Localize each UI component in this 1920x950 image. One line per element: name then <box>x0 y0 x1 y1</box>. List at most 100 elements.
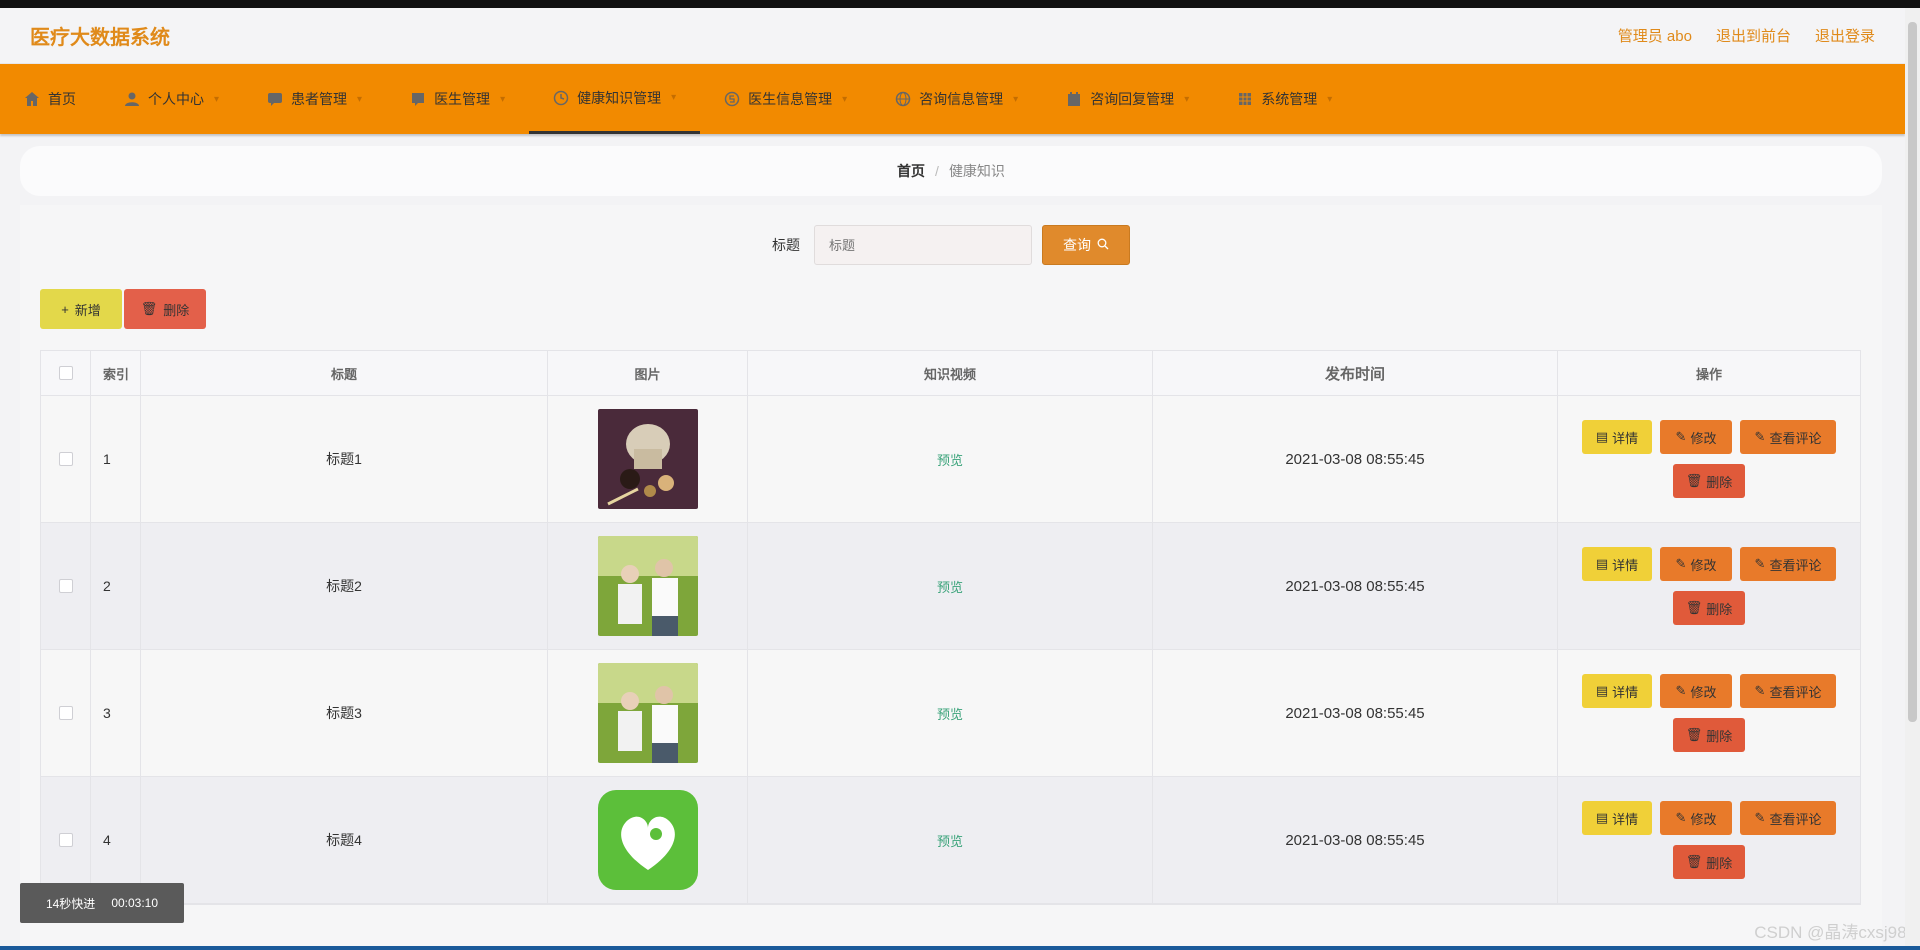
breadcrumb: 首页 / 健康知识 <box>20 146 1882 196</box>
search-icon <box>1097 237 1109 253</box>
row-checkbox[interactable] <box>58 579 73 593</box>
row-select-cell <box>41 650 91 776</box>
document-icon: ▤ <box>1595 556 1609 571</box>
search-label: 标题 <box>772 237 800 253</box>
elderly-couple-image[interactable] <box>597 536 698 636</box>
view-comments-label: 查看评论 <box>1769 430 1822 446</box>
row-publish-time: 2021-03-08 08:55:45 <box>1153 777 1558 903</box>
video-preview-link[interactable]: 预览 <box>937 577 963 596</box>
detail-button[interactable]: ▤ 详情 <box>1582 547 1652 581</box>
search-button-label: 查询 <box>1063 237 1091 253</box>
batch-delete-button[interactable]: 🗑 删除 <box>124 289 206 329</box>
edit-button[interactable]: ✎ 修改 <box>1660 674 1732 708</box>
knowledge-table: 索引 标题 图片 知识视频 发布时间 操作 1 标题1 预览 2021-03-0… <box>40 350 1861 905</box>
detail-label: 详情 <box>1612 684 1639 700</box>
delete-button[interactable]: 🗑 删除 <box>1673 591 1745 625</box>
watermark: CSDN @晶涛cxsj985 <box>1754 923 1916 942</box>
scrollbar-thumb[interactable] <box>1908 22 1917 722</box>
video-preview-link[interactable]: 预览 <box>937 450 963 469</box>
chevron-down-icon: ▾ <box>500 93 506 105</box>
nav-item-health-knowledge[interactable]: 健康知识管理 ▾ <box>529 64 701 134</box>
breadcrumb-home[interactable]: 首页 <box>897 161 925 181</box>
row-operations: ▤ 详情 ✎ 修改 ✎ 查看评论 🗑 删除 <box>1558 396 1860 522</box>
exit-to-frontend-link[interactable]: 退出到前台 <box>1716 25 1791 46</box>
green-heart-logo[interactable] <box>597 790 698 890</box>
nav-item-system[interactable]: 系统管理 ▾ <box>1213 64 1356 134</box>
row-checkbox[interactable] <box>58 452 73 466</box>
page-scrollbar[interactable] <box>1905 8 1920 950</box>
playback-time: 00:03:10 <box>111 896 159 910</box>
plus-icon: + <box>61 301 69 317</box>
row-publish-time: 2021-03-08 08:55:45 <box>1153 650 1558 776</box>
row-image-cell <box>548 650 748 776</box>
detail-button[interactable]: ▤ 详情 <box>1582 801 1652 835</box>
edit-button[interactable]: ✎ 修改 <box>1660 547 1732 581</box>
detail-label: 详情 <box>1612 557 1639 573</box>
row-title: 标题2 <box>141 523 548 649</box>
view-comments-button[interactable]: ✎ 查看评论 <box>1740 547 1836 581</box>
nav-item-doctor-info[interactable]: 医生信息管理 ▾ <box>700 64 871 134</box>
search-button[interactable]: 查询 <box>1042 225 1130 265</box>
add-button[interactable]: + 新增 <box>40 289 122 329</box>
detail-button[interactable]: ▤ 详情 <box>1582 420 1652 454</box>
nav-label-doctor-info: 医生信息管理 <box>748 91 833 107</box>
logout-link[interactable]: 退出登录 <box>1815 25 1875 46</box>
row-video-cell: 预览 <box>748 650 1153 776</box>
message-icon <box>410 91 426 107</box>
nav-item-patients[interactable]: 患者管理 ▾ <box>243 64 386 134</box>
edit-button[interactable]: ✎ 修改 <box>1660 420 1732 454</box>
delete-button[interactable]: 🗑 删除 <box>1673 718 1745 752</box>
delete-button[interactable]: 🗑 删除 <box>1673 464 1745 498</box>
row-title: 标题3 <box>141 650 548 776</box>
title-search-input[interactable] <box>814 225 1032 265</box>
fast-forward-label: 14秒快进 <box>45 896 96 911</box>
view-comments-button[interactable]: ✎ 查看评论 <box>1740 801 1836 835</box>
detail-button[interactable]: ▤ 详情 <box>1582 674 1652 708</box>
view-comments-label: 查看评论 <box>1769 557 1822 573</box>
nav-label-doctors: 医生管理 <box>434 91 491 107</box>
nav-item-home[interactable]: 首页 <box>0 64 100 134</box>
pencil-icon: ✎ <box>1675 683 1687 698</box>
row-checkbox[interactable] <box>58 706 73 720</box>
edit-label: 修改 <box>1690 684 1717 700</box>
breadcrumb-current: 健康知识 <box>948 163 1005 179</box>
select-all-checkbox[interactable] <box>58 366 73 380</box>
nav-item-consult-info[interactable]: 咨询信息管理 ▾ <box>871 64 1042 134</box>
herbs-image[interactable] <box>597 409 698 509</box>
video-preview-link[interactable]: 预览 <box>937 704 963 723</box>
pencil-icon: ✎ <box>1675 556 1687 571</box>
row-video-cell: 预览 <box>748 523 1153 649</box>
delete-label: 删除 <box>1706 728 1733 744</box>
top-bar <box>0 0 1920 8</box>
row-title: 标题4 <box>141 777 548 903</box>
document-icon: ▤ <box>1595 429 1609 444</box>
view-comments-label: 查看评论 <box>1769 684 1822 700</box>
header-title: 标题 <box>141 351 548 395</box>
elderly-couple-image[interactable] <box>597 663 698 763</box>
nav-item-consult-reply[interactable]: 咨询回复管理 ▾ <box>1042 64 1213 134</box>
delete-button[interactable]: 🗑 删除 <box>1673 845 1745 879</box>
view-comments-button[interactable]: ✎ 查看评论 <box>1740 420 1836 454</box>
nav-item-personal[interactable]: 个人中心 ▾ <box>100 64 243 134</box>
table-row: 3 标题3 预览 2021-03-08 08:55:45 ▤ 详情 ✎ 修改 ✎… <box>41 650 1860 777</box>
row-checkbox[interactable] <box>58 833 73 847</box>
pencil-icon: ✎ <box>1754 429 1766 444</box>
user-icon <box>124 91 140 107</box>
delete-label: 删除 <box>1706 855 1733 871</box>
nav-label-consult-info: 咨询信息管理 <box>919 91 1004 107</box>
document-icon: ▤ <box>1595 810 1609 825</box>
pencil-icon: ✎ <box>1675 429 1687 444</box>
chevron-down-icon: ▾ <box>1327 93 1333 105</box>
table-row: 1 标题1 预览 2021-03-08 08:55:45 ▤ 详情 ✎ 修改 ✎… <box>41 396 1860 523</box>
admin-user-link[interactable]: 管理员 abo <box>1618 25 1692 46</box>
action-bar: + 新增 🗑 删除 <box>40 289 206 329</box>
edit-button[interactable]: ✎ 修改 <box>1660 801 1732 835</box>
main-nav: 首页 个人中心 ▾ 患者管理 ▾ 医生管理 ▾ 健康知识管理 ▾ 医生信息管理 … <box>0 64 1905 134</box>
chevron-down-icon: ▾ <box>357 93 363 105</box>
edit-label: 修改 <box>1690 430 1717 446</box>
row-select-cell <box>41 396 91 522</box>
video-preview-link[interactable]: 预览 <box>937 831 963 850</box>
nav-item-doctors[interactable]: 医生管理 ▾ <box>386 64 529 134</box>
view-comments-button[interactable]: ✎ 查看评论 <box>1740 674 1836 708</box>
table-header: 索引 标题 图片 知识视频 发布时间 操作 <box>41 351 1860 396</box>
